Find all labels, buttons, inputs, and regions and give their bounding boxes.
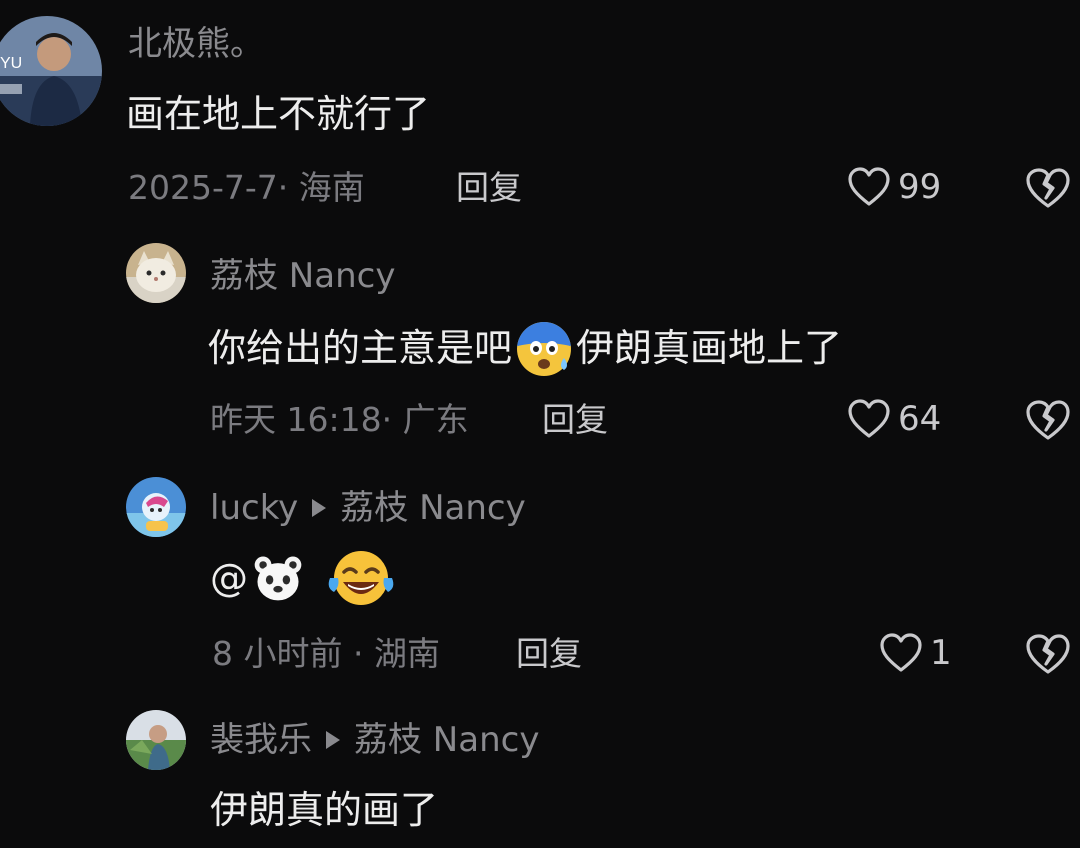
like-count: 64 bbox=[898, 399, 942, 439]
reply-to-username[interactable]: 荔枝 Nancy bbox=[340, 488, 525, 528]
dislike-button[interactable] bbox=[1024, 398, 1072, 442]
comment-text: 画在地上不就行了 bbox=[126, 92, 431, 136]
comment-meta: 昨天 16:18· 广东 bbox=[210, 400, 469, 440]
comment-username[interactable]: 北极熊。 bbox=[128, 24, 264, 64]
svg-text:YU: YU bbox=[0, 55, 22, 72]
mention-prefix[interactable]: @ bbox=[210, 554, 248, 602]
comment-date: 2025-7-7 bbox=[128, 168, 278, 207]
meta-separator: · bbox=[353, 634, 364, 673]
reply-button[interactable]: 回复 bbox=[542, 400, 608, 440]
comment-text: 伊朗真的画了 bbox=[210, 788, 439, 832]
bear-face-emoji-icon bbox=[250, 550, 306, 606]
comment-location: 湖南 bbox=[374, 634, 440, 673]
heart-icon bbox=[848, 399, 890, 438]
comment-text-part: 你给出的主意是吧 bbox=[208, 326, 513, 370]
comment-username[interactable]: 荔枝 Nancy bbox=[210, 256, 395, 296]
broken-heart-icon bbox=[1026, 400, 1070, 440]
dislike-button[interactable] bbox=[1024, 166, 1072, 210]
meta-separator: · bbox=[381, 400, 393, 439]
avatar[interactable] bbox=[126, 243, 186, 303]
comment-username-link[interactable]: 裴我乐 bbox=[210, 720, 312, 760]
like-button[interactable]: 1 bbox=[878, 632, 952, 674]
comment-meta: 8 小时前 · 湖南 bbox=[212, 634, 440, 674]
shocked-blue-face-emoji-icon bbox=[514, 318, 574, 378]
avatar[interactable] bbox=[126, 710, 186, 770]
like-button[interactable]: 99 bbox=[846, 166, 941, 208]
comment-date: 8 小时前 bbox=[212, 634, 343, 673]
comment-text: 你给出的主意是吧 伊朗真画地上了 bbox=[208, 318, 842, 378]
comment-meta: 2025-7-7· 海南 bbox=[128, 168, 365, 208]
comment-username-link[interactable]: lucky bbox=[210, 488, 298, 528]
user-photo-avatar-icon: YU bbox=[0, 16, 102, 126]
reply-arrow-icon bbox=[326, 731, 340, 749]
like-button[interactable]: 64 bbox=[846, 398, 941, 440]
broken-heart-icon bbox=[1026, 168, 1070, 208]
comment-location: 广东 bbox=[402, 400, 469, 439]
dislike-button[interactable] bbox=[1024, 632, 1072, 676]
outdoor-photo-avatar-icon bbox=[126, 710, 186, 770]
reply-button[interactable]: 回复 bbox=[516, 634, 582, 674]
comment-text: @ bbox=[210, 548, 398, 608]
meta-separator: · bbox=[277, 168, 289, 207]
like-count: 1 bbox=[930, 633, 952, 673]
heart-icon bbox=[848, 167, 890, 206]
comment-username: lucky 荔枝 Nancy bbox=[210, 488, 526, 528]
comment-thread: YU 北极熊。 画在地上不就行了 2025-7-7· 海南 回复 99 荔枝 N… bbox=[0, 0, 1080, 848]
avatar[interactable]: YU bbox=[0, 16, 102, 126]
reply-to-username[interactable]: 荔枝 Nancy bbox=[354, 720, 539, 760]
comment-location: 海南 bbox=[298, 168, 365, 207]
cartoon-avatar-icon bbox=[126, 477, 186, 537]
laughing-tears-emoji-icon bbox=[326, 548, 396, 608]
reply-arrow-icon bbox=[312, 499, 327, 517]
comment-username: 裴我乐 荔枝 Nancy bbox=[210, 720, 539, 760]
cat-avatar-icon bbox=[126, 243, 186, 303]
comment-text-part: 伊朗真画地上了 bbox=[576, 326, 843, 370]
reply-button[interactable]: 回复 bbox=[456, 168, 522, 208]
broken-heart-icon bbox=[1026, 634, 1070, 674]
heart-icon bbox=[880, 633, 922, 672]
avatar[interactable] bbox=[126, 477, 186, 537]
like-count: 99 bbox=[898, 167, 942, 207]
comment-date: 昨天 16:18 bbox=[210, 400, 382, 439]
